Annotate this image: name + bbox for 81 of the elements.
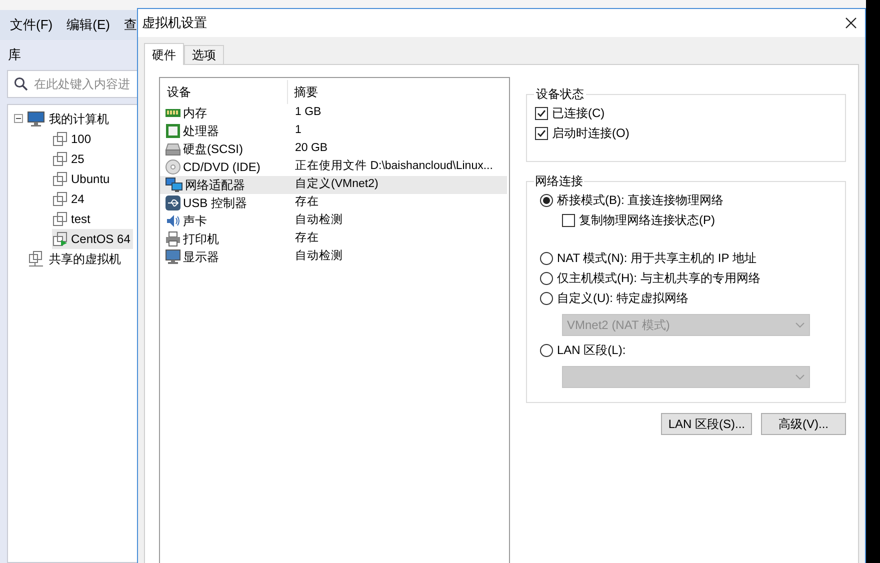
- checkbox-label: 复制物理网络连接状态(P): [579, 212, 715, 229]
- device-name: 声卡: [183, 213, 207, 230]
- tree-item[interactable]: 100: [52, 128, 94, 148]
- printer-icon: [165, 231, 181, 247]
- tree-item[interactable]: 共享的虚拟机: [14, 248, 123, 268]
- tree-item[interactable]: CentOS 64: [52, 228, 134, 248]
- device-row[interactable]: 打印机 存在: [160, 230, 507, 248]
- tree-item[interactable]: 24: [52, 188, 88, 208]
- device-name: 网络适配器: [185, 177, 245, 194]
- speaker-icon: [165, 213, 181, 229]
- device-row[interactable]: USB 控制器 存在: [160, 194, 507, 212]
- tree-item[interactable]: 我的计算机: [14, 108, 111, 128]
- device-row[interactable]: 网络适配器 自定义(VMnet2): [160, 176, 507, 194]
- memory-icon: [165, 107, 181, 119]
- group-title: 设备状态: [535, 86, 585, 103]
- radio-label: 自定义(U): 特定虚拟网络: [557, 290, 688, 307]
- device-summary: 自动检测: [294, 248, 343, 264]
- device-summary: 自定义(VMnet2): [294, 176, 378, 192]
- chip-icon: [165, 123, 181, 139]
- radio-label: 仅主机模式(H): 与主机共享的专用网络: [557, 270, 760, 287]
- chevron-down-icon: [795, 322, 805, 328]
- tab[interactable]: 选项: [184, 45, 224, 64]
- device-summary: 1: [294, 123, 302, 138]
- menu-item[interactable]: 文件(F): [10, 15, 53, 35]
- device-summary: 正在使用文件 D:\baishancloud\Linux...: [294, 158, 493, 174]
- group-title: 网络连接: [534, 173, 584, 190]
- shared-vm-icon: [27, 250, 45, 266]
- checkbox[interactable]: [535, 106, 548, 120]
- device-name: 处理器: [183, 123, 219, 140]
- column-header[interactable]: 设备: [160, 80, 288, 104]
- checkbox[interactable]: [562, 214, 575, 226]
- device-name: 硬盘(SCSI): [183, 141, 243, 158]
- device-summary: 存在: [294, 194, 319, 210]
- tree-item[interactable]: Ubuntu: [52, 168, 113, 188]
- menu-item[interactable]: 查: [124, 15, 137, 35]
- network-monitors-icon: [165, 177, 183, 193]
- radio-label: NAT 模式(N): 用于共享主机的 IP 地址: [557, 250, 756, 267]
- device-summary: 自动检测: [294, 212, 343, 228]
- dialog-button[interactable]: LAN 区段(S)...: [661, 413, 752, 435]
- device-row[interactable]: 处理器 1: [160, 122, 507, 140]
- tree-item[interactable]: test: [52, 208, 94, 228]
- hard-disk-icon: [165, 142, 181, 156]
- radio-button[interactable]: [540, 194, 553, 206]
- device-summary: 存在: [294, 230, 319, 246]
- radio-button[interactable]: [540, 252, 553, 264]
- device-name: CD/DVD (IDE): [183, 159, 260, 176]
- usb-icon: [165, 195, 181, 211]
- menu-item[interactable]: 编辑(E): [66, 15, 110, 35]
- device-name: USB 控制器: [183, 195, 248, 212]
- tab[interactable]: 硬件: [144, 43, 184, 65]
- device-name: 显示器: [183, 249, 219, 266]
- device-row[interactable]: CD/DVD (IDE) 正在使用文件 D:\baishancloud\Linux...: [160, 158, 507, 176]
- monitor-icon: [165, 249, 181, 265]
- search-icon: [14, 76, 28, 90]
- device-name: 内存: [183, 105, 207, 122]
- device-row[interactable]: 内存 1 GB: [160, 104, 507, 122]
- window-title: 虚拟机设置: [142, 14, 207, 32]
- disc-icon: [165, 159, 181, 175]
- radio-label: 桥接模式(B): 直接连接物理网络: [557, 192, 724, 209]
- radio-button[interactable]: [540, 292, 553, 304]
- device-row[interactable]: 声卡 自动检测: [160, 212, 507, 230]
- monitor-icon: [27, 110, 45, 126]
- device-summary: 1 GB: [294, 105, 322, 120]
- chevron-down-icon: [795, 374, 805, 380]
- library-title: 库: [8, 46, 21, 64]
- device-row[interactable]: 硬盘(SCSI) 20 GB: [160, 140, 507, 158]
- checkbox-label: 已连接(C): [552, 105, 605, 122]
- close-icon[interactable]: [845, 17, 857, 29]
- checkbox[interactable]: [535, 126, 548, 140]
- radio-button[interactable]: [540, 272, 553, 284]
- radio-button[interactable]: [540, 344, 553, 356]
- dropdown-value: VMnet2 (NAT 模式): [567, 317, 670, 334]
- column-header[interactable]: 摘要: [288, 80, 318, 104]
- checkbox-label: 启动时连接(O): [552, 125, 630, 142]
- device-row[interactable]: 显示器 自动检测: [160, 248, 507, 266]
- device-name: 打印机: [183, 231, 219, 248]
- tree-item[interactable]: 25: [52, 148, 88, 168]
- device-summary: 20 GB: [294, 141, 328, 156]
- dialog-button[interactable]: 高级(V)...: [761, 413, 846, 435]
- radio-label: LAN 区段(L):: [557, 342, 626, 359]
- collapse-icon[interactable]: [14, 114, 23, 123]
